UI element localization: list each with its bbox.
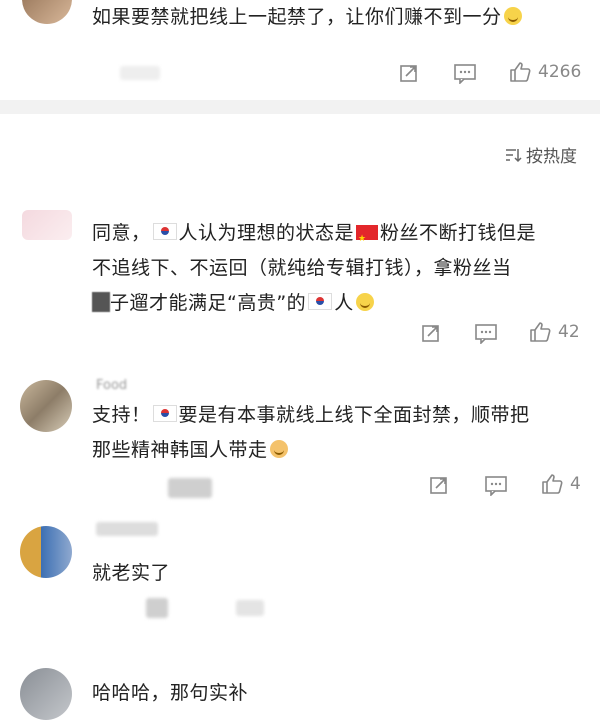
korea-flag-icon (152, 405, 177, 422)
username[interactable]: Food (96, 378, 127, 393)
like-count: 42 (558, 322, 580, 342)
cat-emoji-icon (269, 440, 288, 458)
comment-text: 同意，人认为理想的状态是粉丝不断打钱但是 (92, 216, 536, 256)
smile-emoji-icon (355, 293, 374, 311)
avatar[interactable] (20, 668, 72, 720)
section-divider (0, 100, 600, 114)
comment-text: 哈哈哈，那句实补 (92, 682, 249, 704)
comment-button[interactable] (484, 474, 508, 496)
comment-text: 如果要禁就把线上一起禁了，让你们赚不到一分 (92, 0, 522, 34)
repost-icon (430, 477, 447, 494)
like-icon (530, 322, 551, 342)
avatar[interactable] (20, 380, 72, 432)
like-count: 4 (570, 474, 581, 494)
china-flag-icon (356, 222, 379, 256)
sort-icon (506, 148, 522, 162)
comment-text: 不追线下、不运回（就纯给专辑打钱），拿粉丝当 (92, 257, 512, 279)
redacted-char (92, 292, 110, 312)
username (96, 522, 158, 536)
like-icon (542, 474, 563, 494)
repost-button[interactable] (420, 322, 442, 344)
korea-flag-icon (152, 223, 177, 240)
like-button[interactable]: 42 (528, 320, 580, 344)
comment-meta (236, 600, 264, 616)
repost-icon (422, 325, 439, 342)
sort-by-hot-button[interactable]: 按热度 (504, 142, 577, 167)
comment-text: 就老实了 (92, 562, 171, 584)
comment-text: 子遛才能满足“高贵”的人 (92, 286, 374, 320)
comment-text: 支持！ 要是有本事就线上线下全面封禁，顺带把 (92, 404, 530, 426)
comment-icon (475, 324, 497, 344)
like-button[interactable]: 4266 (508, 60, 581, 84)
comment-meta (120, 66, 160, 80)
korea-flag-icon (308, 293, 333, 310)
repost-icon (400, 65, 417, 82)
like-icon (510, 62, 531, 82)
comment-icon (485, 476, 507, 496)
like-button[interactable]: 4 (540, 472, 581, 496)
sort-label: 按热度 (526, 147, 577, 167)
repost-button[interactable] (398, 62, 420, 84)
comment-button[interactable] (453, 62, 477, 84)
smile-emoji-icon (503, 7, 522, 25)
comment-meta (146, 598, 168, 618)
repost-button[interactable] (428, 474, 450, 496)
comment-text: 那些精神韩国人带走 (92, 433, 288, 467)
avatar[interactable] (22, 0, 72, 24)
avatar[interactable] (22, 210, 72, 240)
avatar[interactable] (20, 526, 72, 578)
comment-meta (168, 478, 212, 498)
comment-icon (454, 64, 476, 84)
comment-button[interactable] (474, 322, 498, 344)
like-count: 4266 (538, 62, 582, 82)
